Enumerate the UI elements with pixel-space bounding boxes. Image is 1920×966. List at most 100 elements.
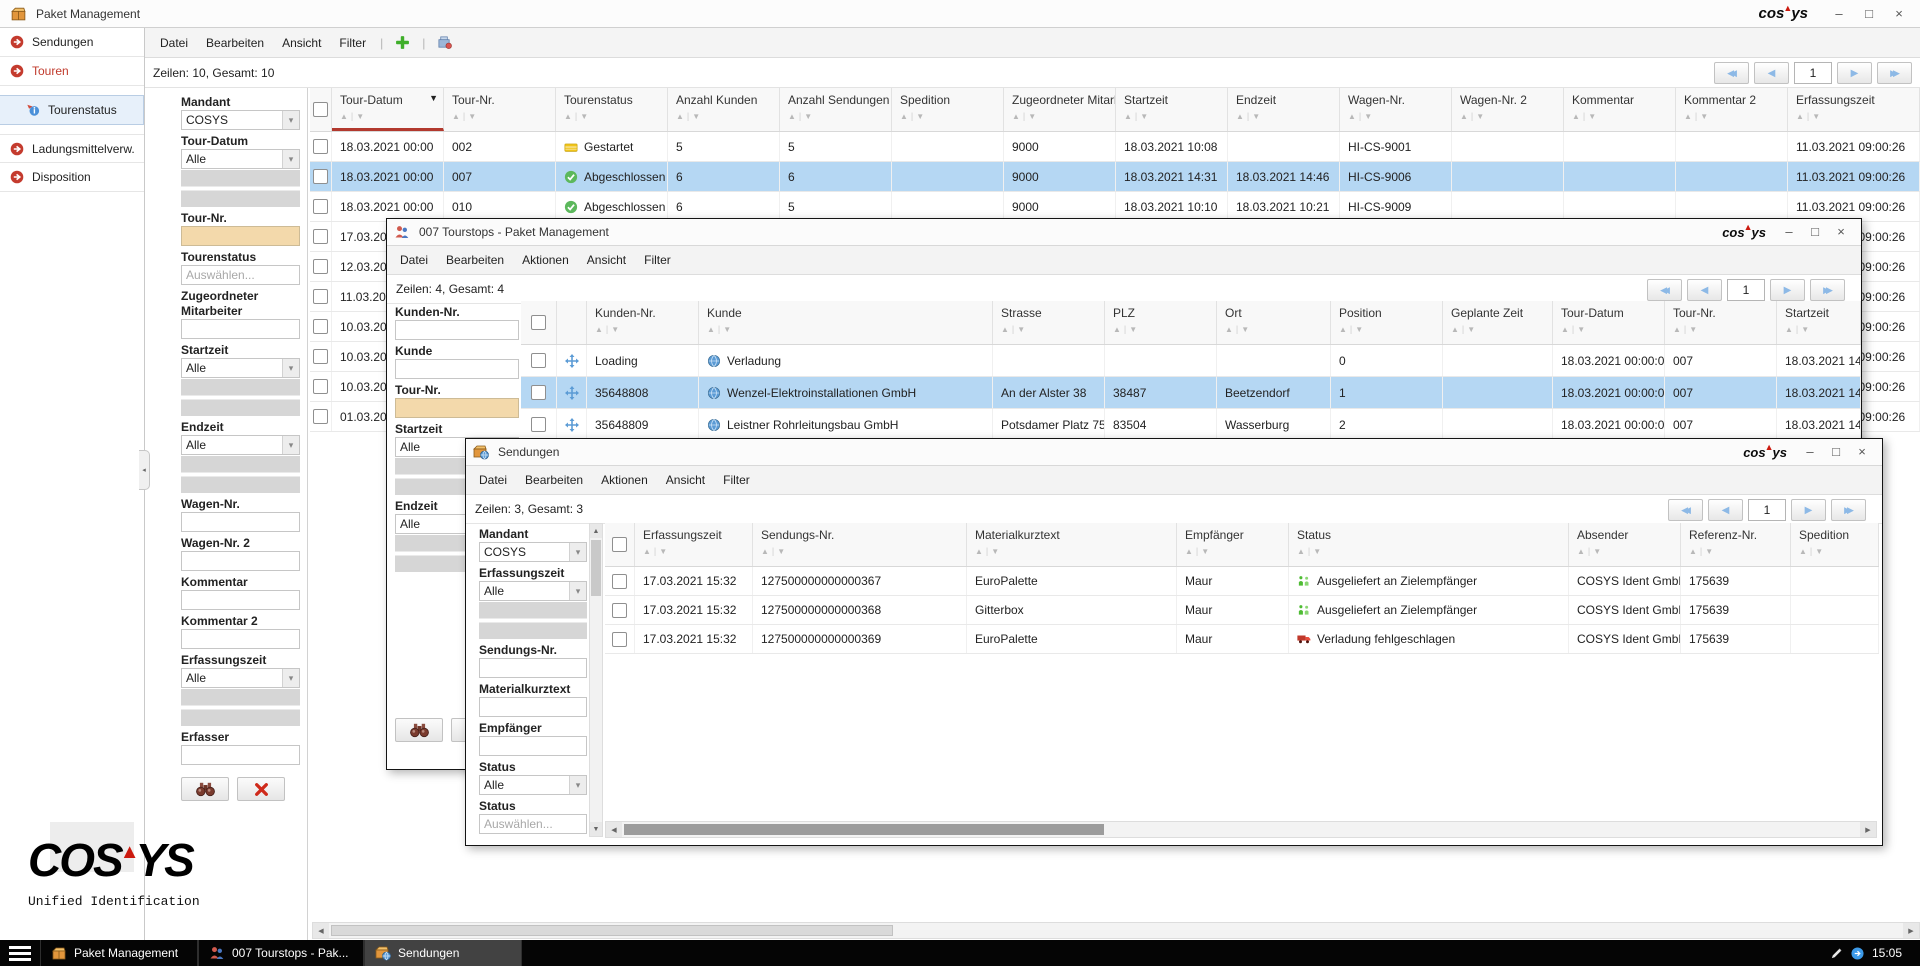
sort-desc-icon[interactable]: ▼: [1241, 325, 1249, 334]
menu-item-filter[interactable]: Filter: [714, 473, 759, 487]
sort-desc-icon[interactable]: ▼: [916, 112, 924, 121]
sort-controls[interactable]: ▲|▼: [1673, 324, 1776, 334]
sort-controls[interactable]: ▲|▼: [1799, 546, 1878, 556]
sort-desc-icon[interactable]: ▼: [1812, 112, 1820, 121]
scrollbar-thumb[interactable]: [624, 824, 1104, 835]
row-checkbox[interactable]: [612, 574, 627, 589]
sort-desc-icon[interactable]: ▼: [1689, 325, 1697, 334]
sort-asc-icon[interactable]: ▲: [1785, 325, 1793, 334]
menu-item-ansicht[interactable]: Ansicht: [657, 473, 714, 487]
select-all-header[interactable]: [521, 301, 557, 344]
sort-desc-icon[interactable]: ▼: [991, 547, 999, 556]
scroll-left-icon[interactable]: ◀: [313, 923, 329, 938]
panel-collapse-handle[interactable]: ◂: [139, 450, 150, 490]
sidebar-item-touren[interactable]: Touren: [0, 57, 144, 86]
scroll-right-icon[interactable]: ▶: [1860, 822, 1876, 837]
sort-asc-icon[interactable]: ▲: [564, 112, 572, 121]
scrollbar-thumb[interactable]: [331, 925, 893, 936]
row-checkbox[interactable]: [313, 169, 328, 184]
scroll-down-icon[interactable]: ▼: [590, 822, 602, 836]
column-header-plz[interactable]: PLZ▲|▼: [1105, 301, 1217, 344]
sort-asc-icon[interactable]: ▲: [1001, 325, 1009, 334]
taskbar-item-sendungen[interactable]: Sendungen: [364, 940, 522, 966]
sort-desc-icon[interactable]: ▼: [468, 112, 476, 121]
tool-button-device[interactable]: [430, 35, 459, 50]
select-all-checkbox[interactable]: [531, 315, 546, 330]
sidebar-item-ladungsmittelverw[interactable]: Ladungsmittelverw.: [0, 134, 144, 163]
search-button[interactable]: [181, 777, 229, 801]
minimize-icon[interactable]: –: [1824, 1, 1854, 27]
page-prev-button[interactable]: ◀: [1687, 279, 1722, 301]
sort-desc-icon[interactable]: ▼: [1017, 325, 1025, 334]
sort-controls[interactable]: ▲|▼: [1796, 111, 1919, 121]
column-header-geplante-zeit[interactable]: Geplante Zeit▲|▼: [1443, 301, 1553, 344]
row-checkbox[interactable]: [313, 199, 328, 214]
sort-asc-icon[interactable]: ▲: [340, 112, 348, 121]
column-header-position[interactable]: Position▲|▼: [1331, 301, 1443, 344]
filter-select-tour-datum[interactable]: Alle▾: [181, 149, 300, 169]
scroll-up-icon[interactable]: ▲: [590, 524, 602, 538]
sort-asc-icon[interactable]: ▲: [1297, 547, 1305, 556]
row-checkbox[interactable]: [313, 319, 328, 334]
sort-controls[interactable]: ▲|▼: [761, 546, 966, 556]
scroll-left-icon[interactable]: ◀: [606, 822, 622, 837]
taskbar-item-paket-management[interactable]: Paket Management: [40, 940, 198, 966]
table-row[interactable]: 17.03.2021 15:32127500000000000369EuroPa…: [605, 625, 1879, 654]
sort-asc-icon[interactable]: ▲: [1796, 112, 1804, 121]
page-number-field[interactable]: 1: [1748, 499, 1786, 521]
sort-asc-icon[interactable]: ▲: [707, 325, 715, 334]
sort-asc-icon[interactable]: ▲: [1561, 325, 1569, 334]
sort-asc-icon[interactable]: ▲: [1577, 547, 1585, 556]
page-first-button[interactable]: ◀◀: [1668, 499, 1703, 521]
sort-desc-icon[interactable]: ▼: [1593, 547, 1601, 556]
sort-desc-icon[interactable]: ▼: [1476, 112, 1484, 121]
minimize-icon[interactable]: –: [1776, 220, 1802, 244]
menu-item-aktionen[interactable]: Aktionen: [513, 253, 578, 267]
sort-asc-icon[interactable]: ▲: [1348, 112, 1356, 121]
column-header-anzahl-sendungen[interactable]: Anzahl Sendungen▲|▼: [780, 88, 892, 131]
filter-input-kommentar-2[interactable]: [181, 629, 300, 649]
filter-input-kunden-nr[interactable]: [395, 320, 519, 340]
column-header-erfassungszeit[interactable]: Erfassungszeit▲|▼: [635, 523, 753, 566]
filter-input-kommentar[interactable]: [181, 590, 300, 610]
sort-controls[interactable]: ▲|▼: [975, 546, 1176, 556]
scrollbar-thumb[interactable]: [591, 540, 601, 596]
filter-select-endzeit[interactable]: Alle▾: [181, 435, 300, 455]
search-button[interactable]: [395, 718, 443, 742]
sort-asc-icon[interactable]: ▲: [676, 112, 684, 121]
table-row[interactable]: 17.03.2021 15:32127500000000000368Gitter…: [605, 596, 1879, 625]
menu-item-ansicht[interactable]: Ansicht: [273, 36, 330, 50]
filter-input-wagen-nr[interactable]: [181, 512, 300, 532]
filter-select-status[interactable]: Alle▾: [479, 775, 587, 795]
row-checkbox[interactable]: [531, 417, 546, 432]
sort-controls[interactable]: ▲|▼: [1451, 324, 1552, 334]
page-last-button[interactable]: ▶▶: [1877, 62, 1912, 84]
page-first-button[interactable]: ◀◀: [1647, 279, 1682, 301]
close-icon[interactable]: ×: [1828, 220, 1854, 244]
table-row[interactable]: 17.03.2021 15:32127500000000000367EuroPa…: [605, 567, 1879, 596]
filter-input-status[interactable]: Auswählen...: [479, 814, 587, 834]
scroll-right-icon[interactable]: ▶: [1903, 923, 1919, 938]
page-next-button[interactable]: ▶: [1837, 62, 1872, 84]
menu-item-datei[interactable]: Datei: [470, 473, 516, 487]
column-header-referenz-nr[interactable]: Referenz-Nr.▲|▼: [1681, 523, 1791, 566]
sort-controls[interactable]: ▲|▼: [788, 111, 891, 121]
column-header-startzeit[interactable]: Startzeit▲|▼: [1777, 301, 1861, 344]
minimize-icon[interactable]: –: [1797, 440, 1823, 464]
select-all-header[interactable]: [310, 88, 332, 131]
maximize-icon[interactable]: □: [1802, 220, 1828, 244]
sort-desc-icon[interactable]: ▼: [1705, 547, 1713, 556]
table-row[interactable]: 18.03.2021 00:00007Abgeschlossen66900018…: [310, 162, 1920, 192]
maximize-icon[interactable]: □: [1823, 440, 1849, 464]
column-header-zugeordneter-mitarbeiter[interactable]: Zugeordneter Mitarbeiter▲|▼: [1004, 88, 1116, 131]
sort-asc-icon[interactable]: ▲: [1185, 547, 1193, 556]
sort-asc-icon[interactable]: ▲: [1684, 112, 1692, 121]
table-row[interactable]: 18.03.2021 00:00002Gestartet55900018.03.…: [310, 132, 1920, 162]
column-header-startzeit[interactable]: Startzeit▲|▼: [1116, 88, 1228, 131]
menu-item-aktionen[interactable]: Aktionen: [592, 473, 657, 487]
sort-controls[interactable]: ▲|▼: [1124, 111, 1227, 121]
sort-controls[interactable]: ▲|▼: [707, 324, 992, 334]
main-horizontal-scrollbar[interactable]: ◀ ▶: [312, 922, 1920, 939]
sort-controls[interactable]: ▲|▼: [676, 111, 779, 121]
select-all-checkbox[interactable]: [313, 102, 328, 117]
